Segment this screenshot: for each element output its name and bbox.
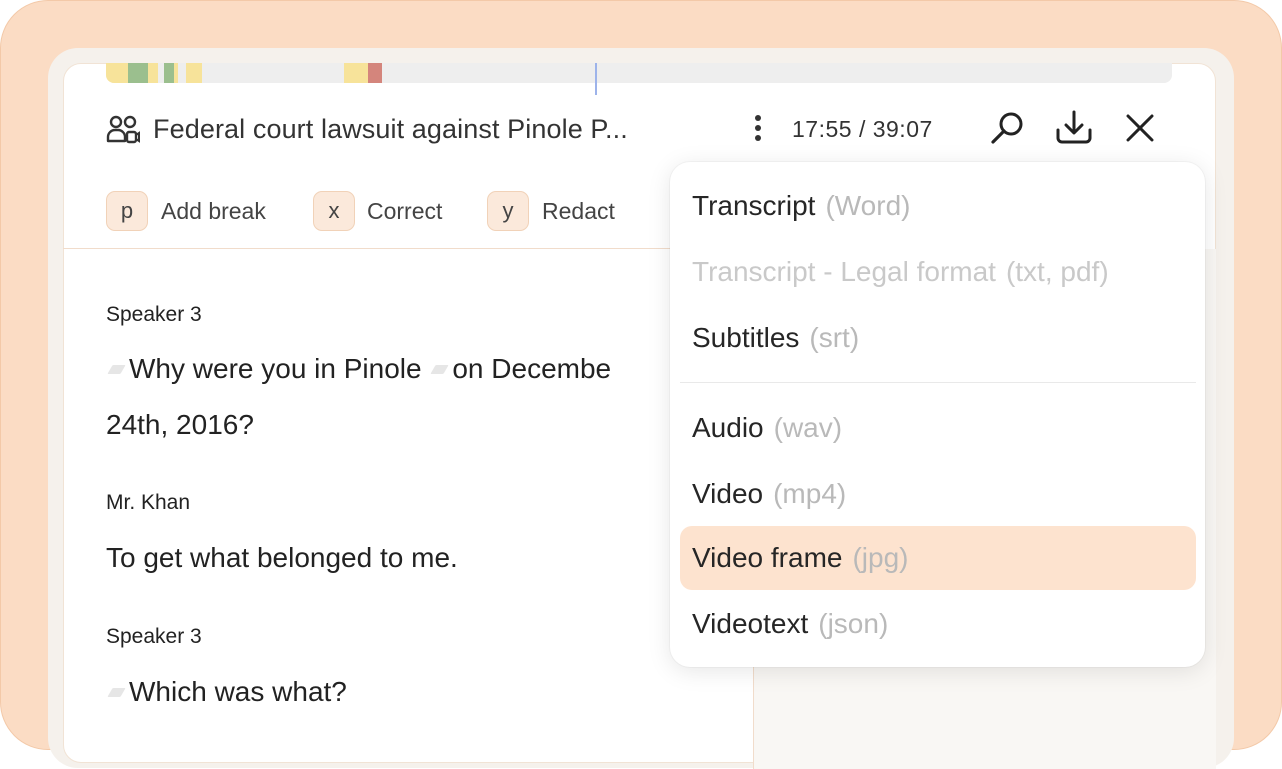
menu-item-label: Transcript: [692, 190, 816, 221]
menu-item-audio[interactable]: Audio (wav): [680, 396, 1196, 460]
menu-item-format: (jpg): [852, 542, 909, 573]
menu-item-format: (json): [818, 608, 889, 639]
menu-item-format: (wav): [773, 412, 843, 443]
shortcut-label-redact[interactable]: Redact: [542, 198, 615, 225]
word-marker-icon: [107, 364, 126, 374]
shortcut-key-x[interactable]: x: [313, 191, 355, 231]
transcript-line[interactable]: Which was what?: [106, 676, 347, 708]
transcript-text[interactable]: To get what belonged to me.: [106, 542, 458, 574]
download-icon[interactable]: [1054, 108, 1094, 148]
menu-item-transcript-legal: Transcript - Legal format (txt, pdf): [680, 240, 1196, 304]
menu-item-format: (Word): [825, 190, 911, 221]
menu-item-label: Transcript - Legal format: [692, 256, 996, 287]
transcript-text[interactable]: Why were you in Pinole: [129, 353, 422, 384]
speaker-label[interactable]: Speaker 3: [106, 303, 202, 327]
word-marker-icon: [107, 687, 126, 697]
word-marker-icon: [430, 364, 449, 374]
menu-item-format: (txt, pdf): [1005, 256, 1109, 287]
page-title: Federal court lawsuit against Pinole P..…: [153, 114, 628, 144]
timeline-segment: [368, 63, 382, 83]
timeline-segment: [344, 63, 368, 83]
timeline-segment: [148, 63, 158, 83]
transcript-text[interactable]: 24th, 2016?: [106, 409, 254, 441]
shortcut-key-p[interactable]: p: [106, 191, 148, 231]
search-icon[interactable]: [988, 108, 1028, 148]
more-icon[interactable]: [748, 112, 768, 146]
transcript-panel: Speaker 3 Why were you in Pinole on Dece…: [63, 249, 753, 769]
menu-item-label: Subtitles: [692, 322, 800, 353]
shortcut-label-add-break[interactable]: Add break: [161, 198, 266, 225]
menu-item-video-frame[interactable]: Video frame (jpg): [680, 526, 1196, 590]
menu-item-video[interactable]: Video (mp4): [680, 462, 1196, 526]
menu-item-label: Audio: [692, 412, 764, 443]
timeline[interactable]: [106, 63, 1172, 83]
download-menu: Transcript (Word) Transcript - Legal form…: [670, 162, 1205, 667]
menu-item-videotext[interactable]: Videotext (json): [680, 592, 1196, 656]
close-icon[interactable]: [1120, 108, 1160, 148]
menu-item-format: (mp4): [773, 478, 847, 509]
menu-item-subtitles[interactable]: Subtitles (srt): [680, 306, 1196, 370]
timeline-segment: [186, 63, 202, 83]
speaker-label[interactable]: Speaker 3: [106, 625, 202, 649]
timeline-segment: [106, 63, 128, 83]
transcript-line[interactable]: Why were you in Pinole on Decembe: [106, 353, 611, 385]
timeline-segment: [174, 63, 178, 83]
playhead[interactable]: [595, 63, 597, 95]
shortcut-key-y[interactable]: y: [487, 191, 529, 231]
playback-time: 17:55 / 39:07: [792, 116, 933, 142]
transcript-text[interactable]: on Decembe: [452, 353, 611, 384]
people-icon: [106, 115, 140, 144]
transcript-text[interactable]: Which was what?: [129, 676, 347, 707]
menu-item-label: Video frame: [692, 542, 843, 573]
menu-item-format: (srt): [809, 322, 860, 353]
menu-item-label: Videotext: [692, 608, 809, 639]
menu-item-label: Video: [692, 478, 764, 509]
timeline-segment: [128, 63, 148, 83]
menu-item-transcript-word[interactable]: Transcript (Word): [680, 174, 1196, 238]
timeline-segment: [164, 63, 174, 83]
speaker-label[interactable]: Mr. Khan: [106, 491, 190, 515]
shortcut-label-correct[interactable]: Correct: [367, 198, 442, 225]
menu-divider: [680, 382, 1196, 383]
